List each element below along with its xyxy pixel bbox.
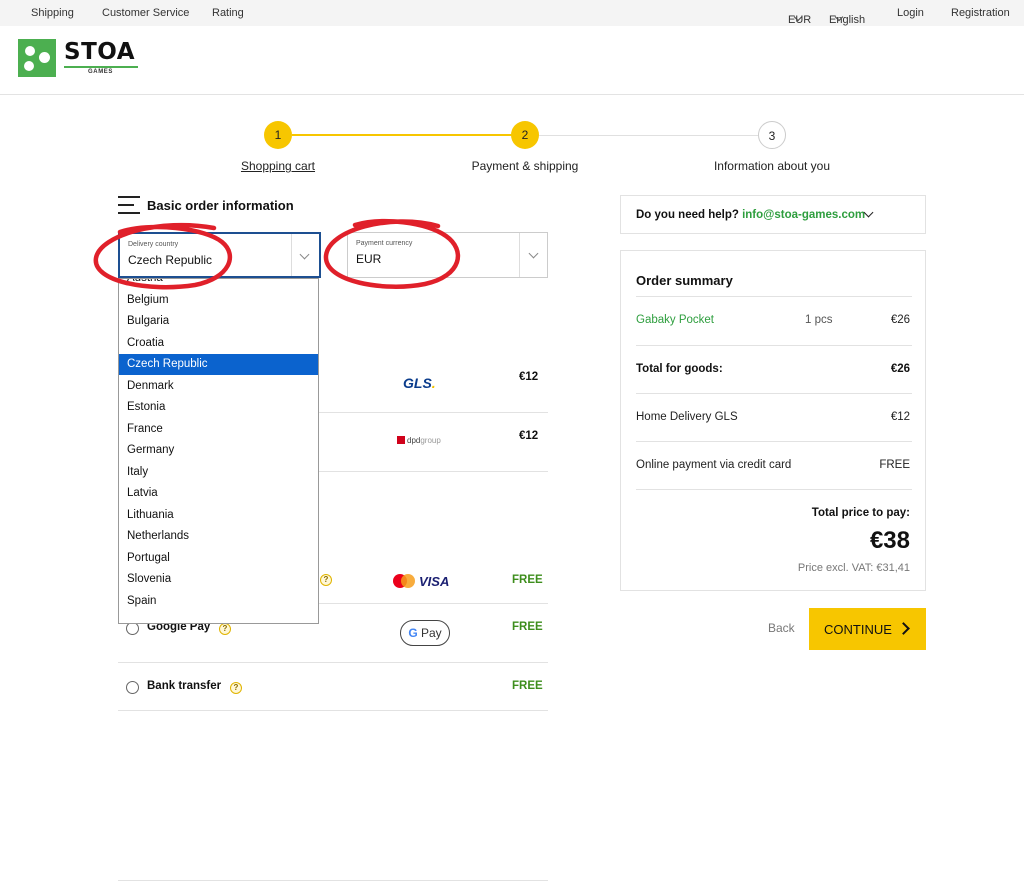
delivery-country-value: Czech Republic	[128, 253, 213, 267]
country-option[interactable]: Slovenia	[119, 569, 318, 590]
shipping-price: €12	[519, 371, 539, 383]
site-header: STOA GAMES	[0, 26, 1024, 95]
step-3-circle: 3	[758, 121, 786, 149]
divider	[318, 471, 548, 472]
help-email-link[interactable]: info@stoa-games.com	[742, 209, 865, 221]
country-option[interactable]: Latvia	[119, 483, 318, 504]
logo-icon	[18, 39, 56, 77]
step-1-circle[interactable]: 1	[264, 121, 292, 149]
divider	[636, 345, 912, 346]
payment-currency-label: Payment currency	[356, 240, 413, 247]
payment-method-value: FREE	[879, 459, 910, 471]
menu-lines-icon	[118, 195, 140, 215]
summary-item-price: €26	[890, 314, 910, 326]
country-option[interactable]: Estonia	[119, 397, 318, 418]
divider	[318, 412, 548, 413]
step-1-label[interactable]: Shopping cart	[178, 159, 378, 173]
registration-link[interactable]: Registration	[951, 7, 1010, 19]
country-option[interactable]: Czech Republic	[119, 354, 318, 375]
step-connector-done	[292, 134, 512, 136]
logo-name: STOA	[64, 39, 135, 65]
payment-price: FREE	[512, 680, 543, 692]
divider	[318, 603, 548, 604]
gls-logo: GLS.	[403, 375, 436, 391]
payment-currency-select[interactable]: Payment currency EUR	[347, 232, 548, 278]
divider	[636, 489, 912, 490]
country-option[interactable]: France	[119, 419, 318, 440]
country-option[interactable]: Belgium	[119, 290, 318, 311]
summary-item-name[interactable]: Gabaky Pocket	[636, 314, 714, 326]
payment-price: FREE	[512, 574, 543, 586]
divider	[118, 880, 548, 881]
help-icon[interactable]: ?	[230, 682, 242, 694]
delivery-country-select[interactable]: Delivery country Czech Republic	[118, 232, 321, 278]
total-value: €38	[869, 527, 910, 554]
dpd-logo: dpdgroup	[397, 435, 441, 445]
divider	[118, 710, 548, 711]
google-pay-icon: G Pay	[400, 620, 450, 646]
country-option[interactable]: Croatia	[119, 333, 318, 354]
customer-service-link[interactable]: Customer Service	[102, 7, 189, 19]
country-option[interactable]: Germany	[119, 440, 318, 461]
summary-title: Order summary	[636, 273, 733, 288]
country-option[interactable]: Bulgaria	[119, 311, 318, 332]
logo-underline	[64, 66, 138, 68]
payment-currency-value: EUR	[356, 252, 382, 266]
login-link[interactable]: Login	[897, 7, 924, 19]
back-button[interactable]: Back	[768, 621, 795, 635]
country-option[interactable]: Lithuania	[119, 505, 318, 526]
delivery-value: €12	[890, 411, 910, 423]
step-3-label: Information about you	[713, 159, 831, 173]
continue-label: CONTINUE	[824, 622, 892, 637]
country-option[interactable]: Denmark	[119, 376, 318, 397]
shipping-link[interactable]: Shipping	[31, 7, 74, 19]
help-box[interactable]: Do you need help? info@stoa-games.com	[620, 195, 926, 234]
payment-method-label: Online payment via credit card	[636, 459, 792, 471]
section-title: Basic order information	[147, 198, 294, 213]
shipping-price: €12	[519, 430, 539, 442]
visa-icon: VISA	[419, 574, 450, 589]
goods-total-value: €26	[890, 363, 910, 375]
divider	[636, 441, 912, 442]
logo-subtitle: GAMES	[88, 69, 114, 75]
divider	[636, 296, 912, 297]
top-bar: Shipping Customer Service Rating EUR Eng…	[0, 0, 1024, 26]
divider	[636, 393, 912, 394]
order-summary: Order summary Gabaky Pocket 1 pcs €26 To…	[620, 250, 926, 591]
country-option[interactable]: Spain	[119, 591, 318, 612]
summary-item-qty: 1 pcs	[805, 314, 833, 326]
delivery-label: Home Delivery GLS	[636, 411, 738, 423]
price-excl-vat: Price excl. VAT: €31,41	[797, 562, 910, 574]
help-icon[interactable]: ?	[219, 623, 231, 635]
total-label: Total price to pay:	[811, 507, 910, 519]
country-option[interactable]: Italy	[119, 462, 318, 483]
mastercard-icon	[401, 574, 415, 588]
chevron-down-icon	[528, 248, 539, 259]
delivery-country-label: Delivery country	[128, 241, 179, 248]
chevron-down-icon	[299, 249, 310, 260]
help-text: Do you need help? info@stoa-games.com	[636, 209, 866, 221]
bank-transfer-radio[interactable]	[126, 681, 139, 694]
rating-link[interactable]: Rating	[212, 7, 244, 19]
step-2-label: Payment & shipping	[471, 159, 579, 173]
help-icon[interactable]: ?	[320, 574, 332, 586]
payment-price: FREE	[512, 621, 543, 633]
chevron-right-icon	[897, 622, 910, 635]
country-option[interactable]: Austria	[119, 279, 318, 289]
country-option[interactable]: Portugal	[119, 548, 318, 569]
country-dropdown-list[interactable]: Austria Belgium Bulgaria Croatia Czech Repub…	[118, 278, 319, 624]
continue-button[interactable]: CONTINUE	[809, 608, 926, 650]
bank-transfer-label: Bank transfer	[147, 680, 222, 692]
step-2-circle: 2	[511, 121, 539, 149]
country-option[interactable]: Netherlands	[119, 526, 318, 547]
goods-total-label: Total for goods:	[636, 363, 723, 375]
divider	[118, 662, 548, 663]
step-connector-pending	[539, 135, 758, 136]
